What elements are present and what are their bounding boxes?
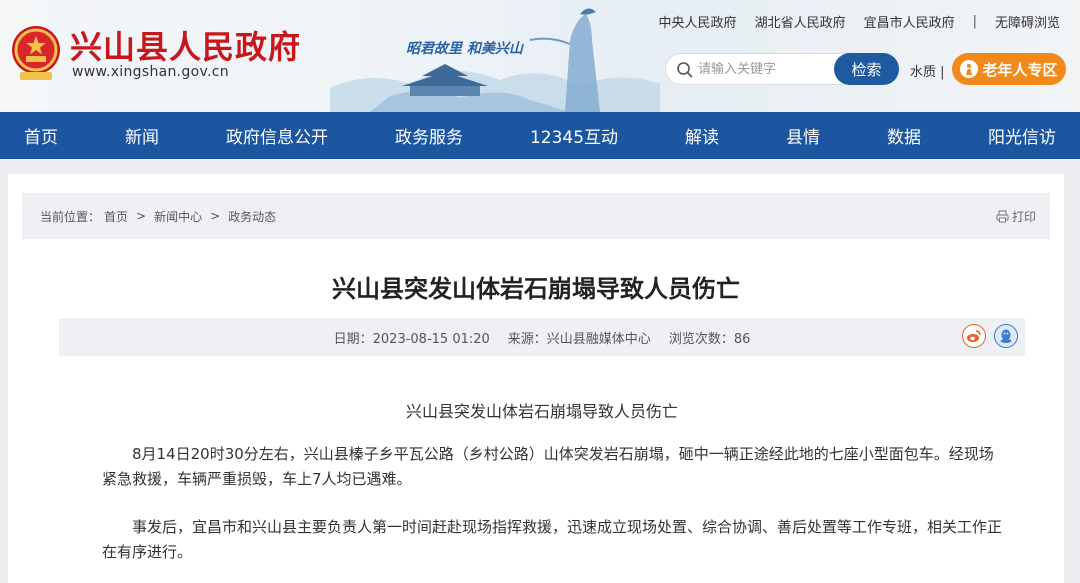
site-title: 兴山县人民政府 [70,28,302,66]
nav-county-info[interactable]: 县情 [786,123,820,148]
print-label: 打印 [1011,209,1036,224]
site-header: 兴山县人民政府 www.xingshan.gov.cn 昭君故里 和美兴山 中央… [0,0,1080,112]
breadcrumb-separator: > [210,209,221,223]
breadcrumb: 当前位置： 首页 > 新闻中心 > 政务动态 打印 [22,193,1050,239]
top-links: 中央人民政府 湖北省人民政府 宜昌市人民政府 | 无障碍浏览 [641,12,1060,31]
elder-icon [960,60,979,78]
printer-icon [996,210,1009,222]
elder-zone-label: 老年人专区 [982,60,1058,79]
nav-home[interactable]: 首页 [24,123,58,148]
nav-news[interactable]: 新闻 [125,123,159,148]
search-button[interactable]: 检索 [834,53,899,85]
search-input[interactable] [698,58,828,80]
breadcrumb-gov-news[interactable]: 政务动态 [228,208,276,225]
qq-icon [1000,329,1012,343]
link-accessibility[interactable]: 无障碍浏览 [995,12,1060,31]
nav-gov-info[interactable]: 政府信息公开 [226,123,328,148]
nav-petition[interactable]: 阳光信访 [988,123,1056,148]
search-icon [677,62,693,78]
nav-12345[interactable]: 12345互动 [530,123,618,148]
article-title: 兴山县突发山体岩石崩塌导致人员伤亡 [332,275,740,303]
article-date: 日期：2023-08-15 01:20 [333,331,490,347]
elder-zone-button[interactable]: 老年人专区 [952,53,1066,85]
water-quality-link[interactable]: 水质 | [910,61,945,80]
breadcrumb-label: 当前位置： [40,209,101,224]
share-buttons [954,324,1018,348]
article-paragraph: 8月14日20时30分左右，兴山县榛子乡平瓦公路（乡村公路）山体突发岩石崩塌，砸… [102,445,994,488]
article-paragraph: 事发后，宜昌市和兴山县主要负责人第一时间赶赴现场指挥救援，迅速成立现场处置、综合… [102,518,1003,561]
breadcrumb-news-center[interactable]: 新闻中心 [154,208,202,225]
nav-data[interactable]: 数据 [887,123,921,148]
article-subheading: 兴山县突发山体岩石崩塌导致人员伤亡 [405,402,678,421]
breadcrumb-home[interactable]: 首页 [104,208,128,225]
article-views: 浏览次数：86 [668,331,751,347]
share-qq-button[interactable] [994,324,1018,348]
link-central-gov[interactable]: 中央人民政府 [659,12,737,31]
site-url: www.xingshan.gov.cn [72,64,229,80]
nav-interpretation[interactable]: 解读 [685,123,719,148]
print-button[interactable]: 打印 [996,193,1036,239]
national-emblem-icon [12,26,60,80]
share-weibo-button[interactable] [962,324,986,348]
site-slogan: 昭君故里 和美兴山 [406,41,523,57]
article-card: 当前位置： 首页 > 新闻中心 > 政务动态 打印 兴山县突发山体岩石崩塌导致人… [8,174,1064,583]
weibo-icon [967,330,981,342]
main-nav: 首页 新闻 政府信息公开 政务服务 12345互动 解读 县情 数据 阳光信访 [0,112,1080,159]
nav-gov-service[interactable]: 政务服务 [395,123,463,148]
article-source: 来源：兴山县融媒体中心 [507,331,651,347]
breadcrumb-separator: > [136,209,147,223]
top-links-separator: | [972,14,977,29]
article-meta: 日期：2023-08-15 01:20 来源：兴山县融媒体中心 浏览次数：86 [59,318,1025,356]
link-hubei-gov[interactable]: 湖北省人民政府 [755,12,846,31]
link-yichang-gov[interactable]: 宜昌市人民政府 [864,12,955,31]
